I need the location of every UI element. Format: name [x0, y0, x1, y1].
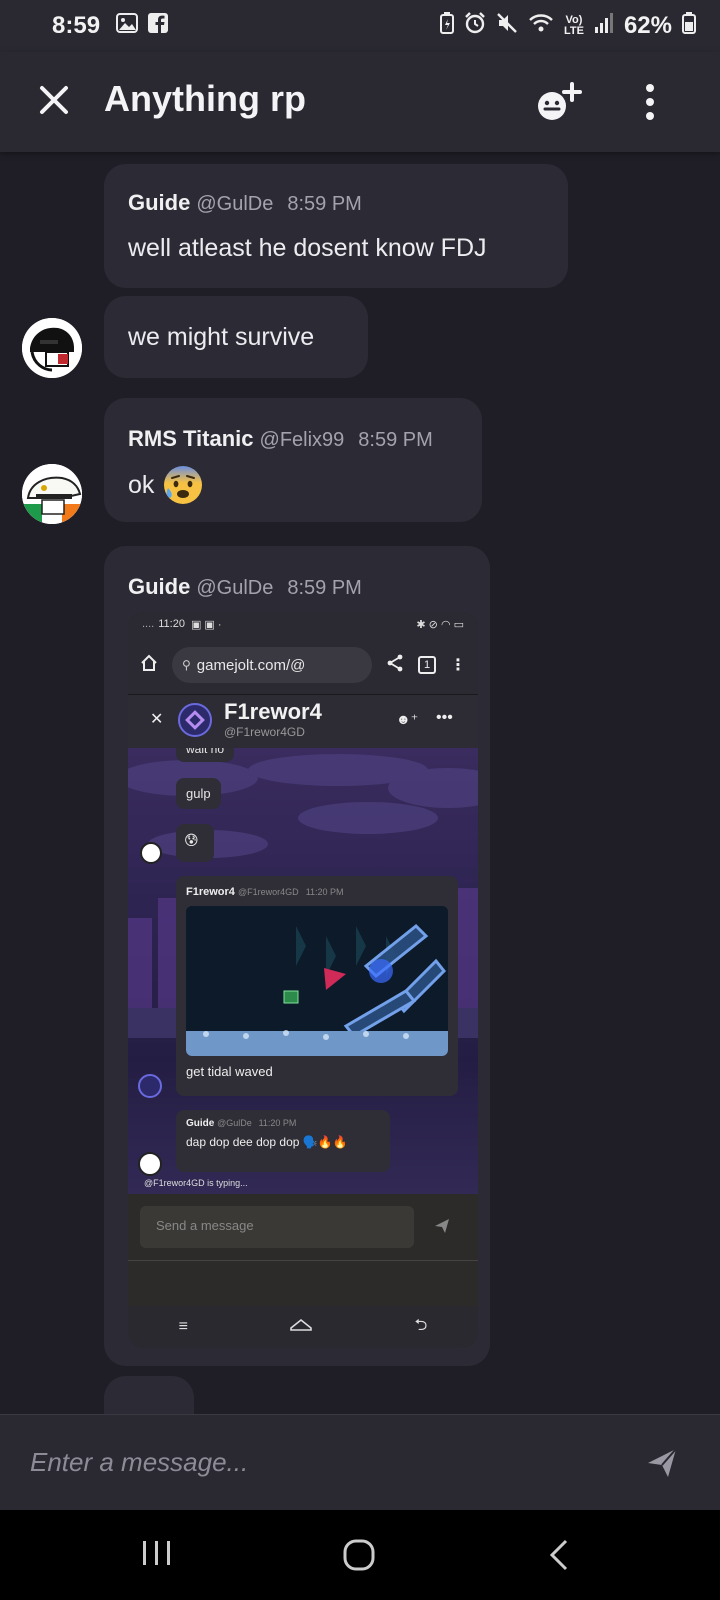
embedded-chat-avatar [178, 703, 212, 737]
message-text: ok [128, 470, 155, 499]
embedded-send-icon [434, 1218, 450, 1239]
message-handle: @GulDe [196, 193, 274, 215]
embedded-message-text: wait no [186, 748, 225, 756]
avatar[interactable] [22, 464, 82, 524]
embedded-message-text: gulp [186, 786, 211, 801]
embedded-post-user: F1rewor4 [186, 886, 235, 898]
embedded-avatar [138, 1074, 162, 1098]
embedded-message: wait no [176, 748, 235, 762]
embedded-tabs-icon: 1 [418, 656, 436, 674]
status-icons: Vo) LTE 62% [439, 12, 696, 40]
embedded-close-icon: ✕ [150, 711, 164, 728]
message-username[interactable]: Guide [128, 574, 190, 599]
embedded-input: Send a message [140, 1206, 414, 1248]
embedded-more-icon: ••• [436, 709, 453, 726]
message-time: 8:59 PM [287, 577, 362, 599]
embedded-post-caption: get tidal waved [186, 1064, 273, 1079]
embedded-site-settings-icon: ⚲ [182, 658, 191, 672]
message-bubble[interactable]: we might survive [104, 296, 368, 378]
embedded-reply-handle: @GulDe [217, 1118, 252, 1128]
send-icon[interactable] [646, 1447, 678, 1479]
message-time: 8:59 PM [358, 429, 433, 451]
message-list[interactable]: Guide @GulDe 8:59 PM well atleast he dosen… [0, 152, 720, 1414]
home-icon[interactable] [342, 1538, 376, 1577]
embedded-share-icon [386, 654, 404, 677]
embedded-back-icon: ⮌ [414, 1316, 428, 1334]
embedded-chat-title: F1rewor4 [224, 699, 322, 724]
app-bar: Anything rp [0, 52, 720, 152]
embedded-reply: Guide @GulDe 11:20 PM dap dop dee dop do… [176, 1110, 390, 1172]
volte-label: Vo) LTE [564, 15, 584, 37]
embedded-avatar [140, 842, 162, 864]
embedded-avatar [138, 1152, 162, 1176]
embedded-input-area: Send a message [128, 1194, 478, 1306]
embedded-menu-icon: ≡ [178, 1318, 188, 1335]
message-input[interactable]: Enter a message... [30, 1447, 248, 1478]
embedded-typing-indicator: @F1rewor4GD is typing... [144, 1178, 248, 1188]
message-time: 8:59 PM [287, 193, 362, 215]
embedded-post-time: 11:20 PM [305, 887, 344, 897]
close-icon[interactable] [36, 82, 72, 118]
embedded-status-time: 11:20 [158, 618, 185, 630]
embedded-message: 😰 [176, 824, 214, 862]
gallery-icon [116, 12, 139, 40]
message-handle: @Felix99 [259, 429, 345, 451]
message-username[interactable]: Guide [128, 190, 190, 215]
embedded-post: F1rewor4 @F1rewor4GD 11:20 PM get tidal … [176, 876, 458, 1096]
alarm-icon [464, 12, 486, 40]
embedded-post-handle: @F1rewor4GD [237, 887, 299, 897]
embedded-more-icon: ⋮ [450, 657, 466, 674]
message-text: we might survive [128, 323, 315, 351]
embedded-chat-area: wait no gulp 😰 F1rewor4 @F1rewor4GD 11:2… [128, 748, 478, 1194]
message-bubble[interactable] [104, 1376, 194, 1414]
signal-icon [594, 12, 614, 40]
battery-icon [682, 12, 696, 40]
embedded-reply-user: Guide [186, 1118, 215, 1129]
embedded-url-box: ⚲ gamejolt.com/@ [172, 647, 372, 683]
embedded-reply-time: 11:20 PM [258, 1118, 297, 1128]
message-bubble[interactable]: Guide @GulDe 8:59 PM well atleast he dosen… [104, 164, 568, 288]
embedded-tab-count: 1 [423, 659, 431, 671]
embedded-game-image [186, 906, 448, 1056]
embedded-reply-text: dap dop dee dop dop 🗣️🔥🔥 [186, 1135, 348, 1149]
embedded-chat-handle: @F1rewor4GD [224, 725, 305, 739]
message-bubble[interactable]: RMS Titanic @Felix99 8:59 PM ok [104, 398, 482, 522]
embedded-chat-header: ✕ F1rewor4 @F1rewor4GD ☻⁺ ••• [128, 694, 478, 748]
system-nav-bar [0, 1510, 720, 1600]
chat-title: Anything rp [104, 78, 306, 119]
lte-text: LTE [563, 25, 584, 37]
embedded-nav-bar: ≡ ⮌ [128, 1306, 478, 1348]
facebook-icon [148, 12, 169, 40]
message-username[interactable]: RMS Titanic [128, 426, 254, 451]
battery-percent: 62% [623, 12, 672, 39]
embedded-message-emoji: 😰 [184, 832, 199, 848]
wifi-icon [528, 12, 554, 40]
message-text: well atleast he dosent know FDJ [128, 234, 487, 262]
embedded-input-placeholder: Send a message [156, 1218, 254, 1233]
mute-icon [496, 12, 518, 40]
embedded-emoji-add-icon: ☻⁺ [396, 711, 419, 727]
embedded-message: gulp [176, 778, 221, 809]
recent-apps-icon[interactable] [140, 1538, 174, 1573]
embedded-home-icon [140, 654, 158, 677]
status-time: 8:59 [52, 12, 101, 39]
status-bar: 8:59 Vo) LTE 62% [0, 0, 720, 52]
battery-saver-icon [439, 12, 454, 40]
message-composer[interactable]: Enter a message... [0, 1414, 720, 1510]
embedded-browser-bar: ⚲ gamejolt.com/@ 1 ⋮ [128, 636, 478, 694]
avatar[interactable] [22, 318, 82, 378]
anxious-sweat-emoji [162, 464, 204, 506]
message-handle: @GulDe [196, 577, 274, 599]
embedded-status-bar: .... 11:20 ▣ ▣ · ✱ ⊘ ◠ ▭ [128, 612, 478, 636]
more-vertical-icon[interactable] [640, 82, 660, 122]
attached-screenshot[interactable]: .... 11:20 ▣ ▣ · ✱ ⊘ ◠ ▭ ⚲ gamejolt.com/… [128, 612, 478, 1348]
embedded-home-icon [289, 1318, 313, 1337]
back-icon[interactable] [548, 1538, 570, 1577]
emoji-add-icon[interactable] [536, 82, 584, 122]
embedded-url: gamejolt.com/@ [196, 656, 306, 674]
